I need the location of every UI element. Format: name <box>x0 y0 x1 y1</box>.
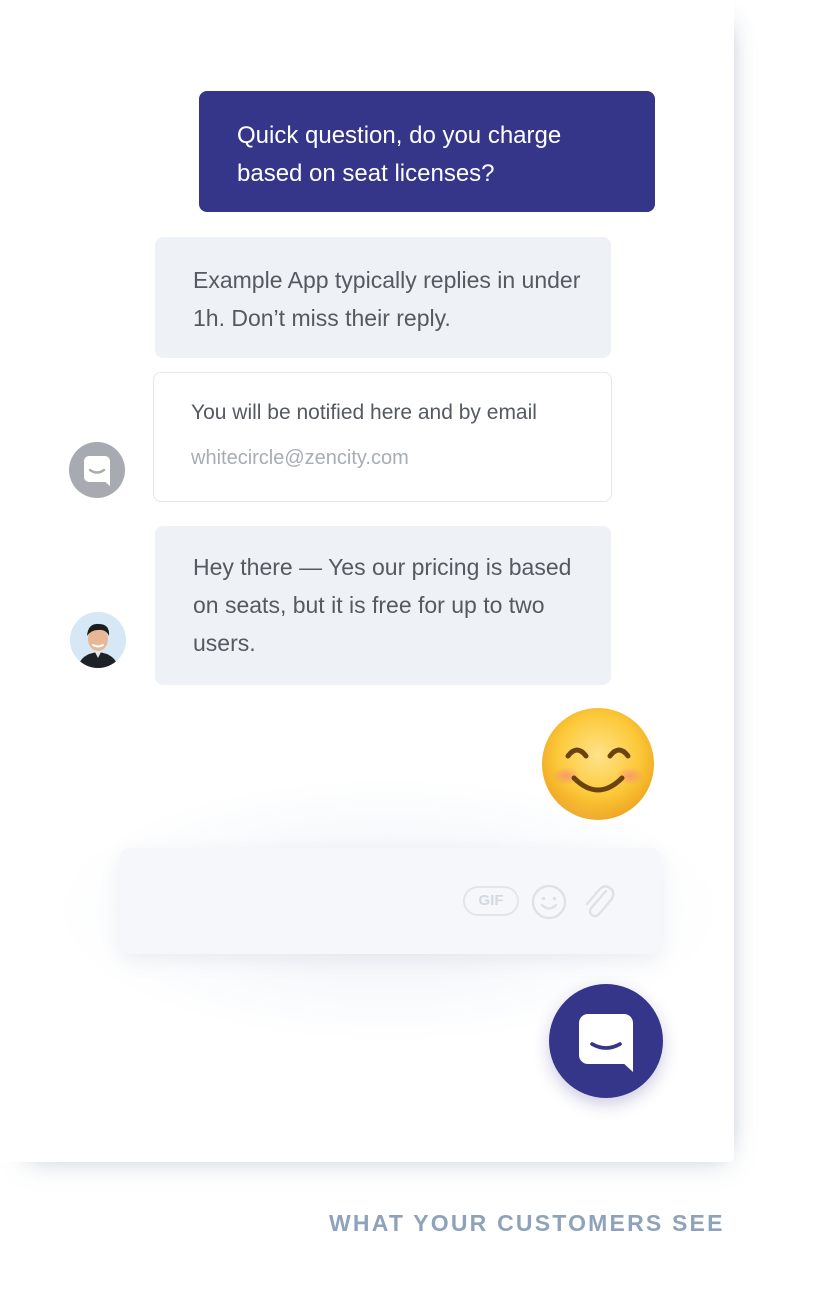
chat-bubble-icon <box>579 1014 633 1072</box>
section-caption: WHAT YOUR CUSTOMERS SEE <box>329 1210 725 1236</box>
chat-bubble-icon <box>84 456 110 486</box>
paperclip-icon[interactable] <box>580 881 616 921</box>
bot-avatar <box>69 442 125 498</box>
message-composer[interactable]: GIF <box>120 848 661 954</box>
email-notification-card: You will be notified here and by email w… <box>153 372 612 502</box>
messenger-showcase: Quick question, do you charge based on s… <box>0 0 814 1306</box>
agent-photo <box>70 612 126 668</box>
agent-avatar <box>70 612 126 668</box>
agent-reply-bubble: Hey there — Yes our pricing is based on … <box>155 526 611 685</box>
notify-email-field[interactable]: whitecircle@zencity.com <box>191 445 611 471</box>
emoji-icon[interactable] <box>530 883 568 921</box>
messenger-launcher-button[interactable] <box>549 984 663 1098</box>
auto-reply-bubble: Example App typically replies in under 1… <box>155 237 611 358</box>
notify-label: You will be notified here and by email <box>191 401 537 424</box>
gif-button[interactable]: GIF <box>463 886 519 916</box>
agent-reply-text: Hey there — Yes our pricing is based on … <box>193 554 572 656</box>
auto-reply-text: Example App typically replies in under 1… <box>193 267 581 331</box>
user-message-bubble: Quick question, do you charge based on s… <box>199 91 655 212</box>
user-message-text: Quick question, do you charge based on s… <box>237 122 562 187</box>
